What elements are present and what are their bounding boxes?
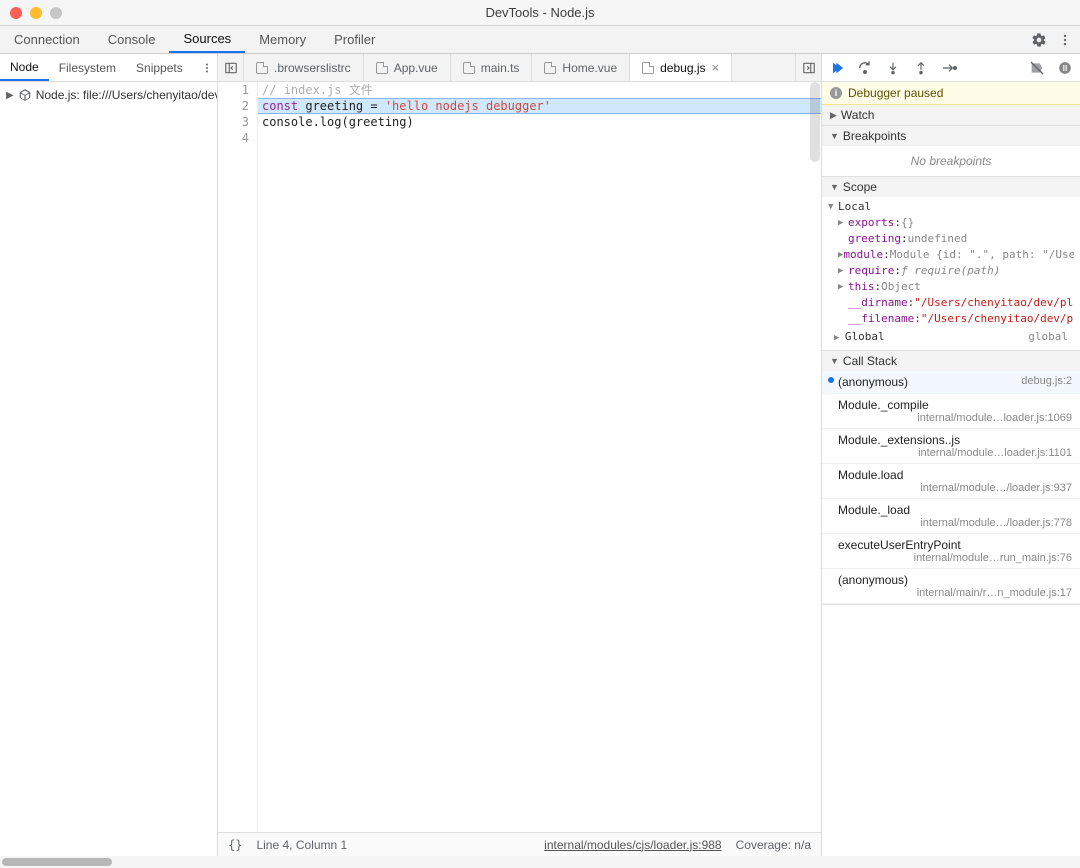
- nav-tab-node[interactable]: Node: [0, 54, 49, 81]
- chevron-down-icon: ▼: [830, 182, 839, 192]
- horizontal-scrollbar[interactable]: [0, 856, 1080, 868]
- file-tab-label: main.ts: [481, 61, 520, 75]
- coverage-status: Coverage: n/a: [736, 838, 811, 852]
- more-menu-icon[interactable]: [1056, 31, 1074, 49]
- file-tab-label: .browserslistrc: [274, 61, 351, 75]
- nav-tab-more-icon[interactable]: [193, 54, 221, 81]
- chevron-down-icon: ▼: [830, 356, 839, 366]
- info-icon: i: [830, 87, 842, 99]
- file-icon: [376, 62, 388, 74]
- breakpoints-empty: No breakpoints: [822, 148, 1080, 174]
- tab-profiler[interactable]: Profiler: [320, 26, 389, 53]
- step-over-button[interactable]: [856, 59, 874, 77]
- code-line-4[interactable]: [258, 130, 821, 146]
- stack-frame-1[interactable]: Module._compileinternal/module…loader.js…: [822, 394, 1080, 429]
- cursor-position: Line 4, Column 1: [256, 838, 347, 852]
- scope-local-header[interactable]: ▼Local: [828, 199, 1074, 215]
- resume-button[interactable]: [828, 59, 846, 77]
- scope-var-require[interactable]: ▶require: ƒ require(path): [828, 263, 1074, 279]
- titlebar: DevTools - Node.js: [0, 0, 1080, 26]
- file-tab--browserslistrc[interactable]: .browserslistrc: [244, 54, 364, 81]
- chevron-right-icon: ▶: [830, 110, 837, 121]
- code-editor[interactable]: 1234 // index.js 文件const greeting = 'hel…: [218, 82, 821, 832]
- stack-frame-6[interactable]: (anonymous)internal/main/r…n_module.js:1…: [822, 569, 1080, 604]
- scope-var-greeting[interactable]: greeting: undefined: [828, 231, 1074, 247]
- close-tab-icon[interactable]: ×: [712, 60, 720, 75]
- file-icon: [544, 62, 556, 74]
- nav-root-item[interactable]: ▶ Node.js: file:///Users/chenyitao/dev: [0, 86, 217, 104]
- editor-panel: .browserslistrc App.vue main.ts Home.vue deb…: [218, 54, 822, 856]
- scope-var-exports[interactable]: ▶exports: {}: [828, 215, 1074, 231]
- main-tabs: Connection Console Sources Memory Profil…: [0, 26, 1080, 54]
- code-line-3[interactable]: console.log(greeting): [258, 114, 821, 130]
- code-line-2[interactable]: const greeting = 'hello nodejs debugger': [258, 98, 821, 114]
- scrollbar-thumb[interactable]: [2, 858, 112, 866]
- code-area[interactable]: // index.js 文件const greeting = 'hello no…: [258, 82, 821, 832]
- tab-sources[interactable]: Sources: [169, 26, 245, 53]
- breakpoints-section-header[interactable]: ▼ Breakpoints: [822, 126, 1080, 146]
- step-into-button[interactable]: [884, 59, 902, 77]
- file-icon: [256, 62, 268, 74]
- watch-section-header[interactable]: ▶ Watch: [822, 105, 1080, 125]
- debugger-panel: i Debugger paused ▶ Watch ▼ Breakpoints …: [822, 54, 1080, 856]
- scope-var-this[interactable]: ▶this: Object: [828, 279, 1074, 295]
- file-tab-home-vue[interactable]: Home.vue: [532, 54, 630, 81]
- scope-var-__filename[interactable]: __filename: "/Users/chenyitao/dev/pl…: [828, 311, 1074, 327]
- file-tab-main-ts[interactable]: main.ts: [451, 54, 533, 81]
- step-out-button[interactable]: [912, 59, 930, 77]
- pause-exceptions-button[interactable]: [1056, 59, 1074, 77]
- step-button[interactable]: [940, 59, 958, 77]
- tab-console[interactable]: Console: [94, 26, 170, 53]
- paused-label: Debugger paused: [848, 86, 943, 100]
- callstack-section-header[interactable]: ▼ Call Stack: [822, 351, 1080, 371]
- window-title: DevTools - Node.js: [0, 5, 1080, 20]
- toggle-navigator-icon[interactable]: [218, 54, 244, 81]
- file-tab-app-vue[interactable]: App.vue: [364, 54, 451, 81]
- vertical-scrollbar[interactable]: [810, 82, 820, 162]
- settings-icon[interactable]: [1030, 31, 1048, 49]
- show-more-tabs-icon[interactable]: [795, 54, 821, 81]
- stack-frame-5[interactable]: executeUserEntryPointinternal/module…run…: [822, 534, 1080, 569]
- nav-tab-snippets[interactable]: Snippets: [126, 54, 193, 81]
- scope-global[interactable]: ▶ Globalglobal: [828, 327, 1074, 348]
- status-bar: {} Line 4, Column 1 internal/modules/cjs…: [218, 832, 821, 856]
- file-tab-debug-js[interactable]: debug.js ×: [630, 54, 732, 81]
- stack-frame-4[interactable]: Module._loadinternal/module…/loader.js:7…: [822, 499, 1080, 534]
- stack-frame-2[interactable]: Module._extensions..jsinternal/module…lo…: [822, 429, 1080, 464]
- source-link[interactable]: internal/modules/cjs/loader.js:988: [544, 838, 721, 852]
- debugger-paused-banner: i Debugger paused: [822, 82, 1080, 105]
- code-line-1[interactable]: // index.js 文件: [258, 82, 821, 98]
- file-icon: [463, 62, 475, 74]
- stack-frame-3[interactable]: Module.loadinternal/module…/loader.js:93…: [822, 464, 1080, 499]
- line-gutter: 1234: [218, 82, 258, 832]
- nav-tab-filesystem[interactable]: Filesystem: [49, 54, 126, 81]
- file-tab-label: App.vue: [394, 61, 438, 75]
- tab-memory[interactable]: Memory: [245, 26, 320, 53]
- stack-frame-0[interactable]: (anonymous)debug.js:2: [822, 371, 1080, 394]
- tab-connection[interactable]: Connection: [0, 26, 94, 53]
- nodejs-icon: [18, 88, 32, 102]
- file-tab-label: debug.js: [660, 61, 705, 75]
- nav-root-label: Node.js: file:///Users/chenyitao/dev: [36, 88, 217, 102]
- scope-section-header[interactable]: ▼ Scope: [822, 177, 1080, 197]
- pretty-print-icon[interactable]: {}: [228, 838, 242, 852]
- file-tab-label: Home.vue: [562, 61, 617, 75]
- navigator-panel: Node Filesystem Snippets ▶ Node.js: file…: [0, 54, 218, 856]
- chevron-right-icon: ▶: [6, 90, 14, 101]
- scope-var-__dirname[interactable]: __dirname: "/Users/chenyitao/dev/pla…: [828, 295, 1074, 311]
- chevron-down-icon: ▼: [830, 131, 839, 141]
- file-icon: [642, 62, 654, 74]
- scope-var-module[interactable]: ▶module: Module {id: ".", path: "/Use…: [828, 247, 1074, 263]
- deactivate-breakpoints-button[interactable]: [1028, 59, 1046, 77]
